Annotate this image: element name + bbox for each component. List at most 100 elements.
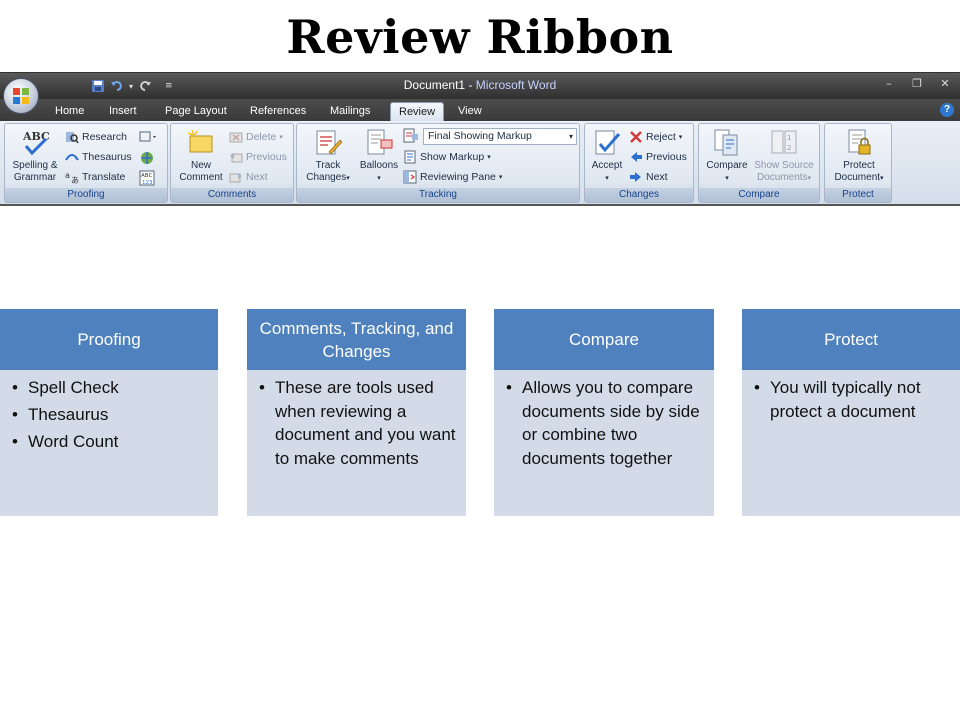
delete-label: Delete bbox=[246, 131, 277, 143]
slide-title: Review Ribbon bbox=[286, 10, 674, 64]
protect-document-icon bbox=[848, 129, 871, 155]
reject-button[interactable]: Reject ▾ bbox=[629, 128, 682, 146]
show-source-documents-button[interactable]: 12 Show Source Documents▾ bbox=[751, 128, 817, 188]
translate-button[interactable]: aあ Translate bbox=[65, 168, 125, 186]
compare-label: Compare bbox=[706, 160, 748, 171]
spelling-grammar-button[interactable]: ABC Spelling & Grammar bbox=[7, 128, 63, 188]
changes-label: Changes bbox=[306, 172, 347, 183]
list-item: These are tools used when reviewing a do… bbox=[247, 376, 466, 470]
reviewing-pane-button[interactable]: Reviewing Pane ▾ bbox=[403, 168, 502, 186]
svg-text:ABC: ABC bbox=[141, 173, 152, 179]
tab-references[interactable]: References bbox=[242, 102, 314, 121]
card-header: Compare bbox=[494, 309, 714, 370]
next-change-icon bbox=[630, 172, 641, 182]
display-for-review-icon bbox=[403, 128, 418, 143]
window-title: Document1 - Microsoft Word bbox=[0, 78, 960, 92]
thesaurus-label: Thesaurus bbox=[82, 151, 132, 163]
previous-change-button[interactable]: Previous bbox=[629, 148, 687, 166]
svg-text:2: 2 bbox=[787, 144, 791, 152]
svg-text:a: a bbox=[65, 171, 70, 180]
close-icon[interactable]: ✕ bbox=[938, 77, 952, 90]
card-bullet-list: Allows you to compare documents side by … bbox=[494, 376, 714, 474]
office-logo-icon bbox=[13, 88, 30, 105]
card-protect: Protect You will typically not protect a… bbox=[742, 309, 960, 516]
reviewing-pane-icon bbox=[403, 170, 417, 184]
translate-label: Translate bbox=[82, 171, 126, 183]
chevron-down-icon: ▾ bbox=[568, 132, 573, 141]
office-button[interactable] bbox=[3, 78, 39, 114]
tab-insert[interactable]: Insert bbox=[101, 102, 145, 121]
protect-label: Protect bbox=[843, 160, 875, 171]
reviewing-pane-label: Reviewing Pane bbox=[420, 171, 496, 183]
list-item: Thesaurus bbox=[0, 403, 218, 427]
title-bar: ▾ ≡ Document1 - Microsoft Word – ❐ ✕ bbox=[0, 73, 960, 99]
word-window: ▾ ≡ Document1 - Microsoft Word – ❐ ✕ Hom… bbox=[0, 72, 960, 206]
next-comment-button[interactable]: Next bbox=[229, 168, 268, 186]
display-for-review-select[interactable]: Final Showing Markup ▾ bbox=[423, 128, 577, 145]
previous-comment-icon bbox=[230, 153, 243, 163]
tab-page-layout[interactable]: Page Layout bbox=[157, 102, 235, 121]
tab-mailings[interactable]: Mailings bbox=[322, 102, 378, 121]
svg-text:123: 123 bbox=[142, 180, 153, 186]
set-language-icon[interactable] bbox=[139, 130, 159, 144]
previous-change-icon bbox=[631, 152, 642, 162]
tracking-group: Track Changes▾ Balloons ▾ Final Showing M… bbox=[296, 123, 580, 203]
new-comment-button[interactable]: New Comment bbox=[173, 128, 229, 188]
compare-button[interactable]: Compare ▾ bbox=[701, 128, 753, 188]
list-item: Spell Check bbox=[0, 376, 218, 400]
list-item: Allows you to compare documents side by … bbox=[494, 376, 714, 470]
review-ribbon: ABC Spelling & Grammar Research Thesauru… bbox=[0, 121, 960, 204]
card-bullet-list: These are tools used when reviewing a do… bbox=[247, 376, 466, 474]
list-item: Word Count bbox=[0, 430, 218, 454]
balloons-label: Balloons bbox=[359, 160, 399, 171]
protect-group: Protect Document▾ Protect bbox=[824, 123, 892, 203]
ribbon-tabs: Home Insert Page Layout References Maili… bbox=[0, 99, 960, 121]
minimize-icon[interactable]: – bbox=[882, 77, 896, 90]
show-markup-icon bbox=[404, 150, 416, 164]
spelling-check-icon: ABC bbox=[22, 130, 50, 156]
research-icon bbox=[66, 132, 79, 144]
previous-change-label: Previous bbox=[646, 151, 687, 163]
translation-tooltip-icon[interactable] bbox=[139, 150, 155, 166]
protect-document-button[interactable]: Protect Document▾ bbox=[829, 128, 889, 188]
svg-text:あ: あ bbox=[71, 176, 79, 184]
document-label: Document bbox=[834, 172, 881, 183]
delete-comment-icon bbox=[229, 132, 243, 143]
track-changes-button[interactable]: Track Changes▾ bbox=[299, 128, 357, 188]
word-count-icon[interactable]: ABC123 bbox=[139, 170, 155, 186]
next-comment-icon bbox=[229, 173, 242, 183]
card-header: Comments, Tracking, and Changes bbox=[247, 309, 466, 370]
thesaurus-icon bbox=[65, 154, 79, 161]
title-separator: - bbox=[465, 78, 476, 92]
accept-icon bbox=[595, 130, 621, 155]
track-changes-icon bbox=[316, 130, 343, 155]
card-header: Proofing bbox=[0, 309, 218, 370]
changes-group-label: Changes bbox=[585, 188, 693, 202]
research-label: Research bbox=[82, 131, 127, 143]
tab-view[interactable]: View bbox=[450, 102, 490, 121]
research-button[interactable]: Research bbox=[65, 128, 127, 146]
balloons-button[interactable]: Balloons ▾ bbox=[353, 128, 405, 188]
next-change-label: Next bbox=[646, 171, 668, 183]
tab-home[interactable]: Home bbox=[47, 102, 92, 121]
translate-icon: aあ bbox=[65, 171, 79, 184]
tracking-group-label: Tracking bbox=[297, 188, 579, 202]
card-compare: Compare Allows you to compare documents … bbox=[494, 309, 714, 516]
accept-label: Accept bbox=[591, 160, 623, 171]
new-comment-icon bbox=[187, 129, 213, 153]
list-item: You will typically not protect a documen… bbox=[742, 376, 960, 423]
restore-icon[interactable]: ❐ bbox=[910, 77, 924, 90]
previous-comment-button[interactable]: Previous bbox=[229, 148, 287, 166]
show-source-label: Show Source bbox=[754, 160, 814, 171]
next-label: Next bbox=[246, 171, 268, 183]
svg-text:1: 1 bbox=[787, 134, 791, 142]
accept-button[interactable]: Accept ▾ bbox=[587, 128, 627, 188]
help-icon[interactable]: ? bbox=[940, 103, 954, 117]
thesaurus-button[interactable]: Thesaurus bbox=[65, 148, 132, 166]
show-markup-button[interactable]: Show Markup ▾ bbox=[403, 148, 491, 166]
proofing-group-label: Proofing bbox=[5, 188, 167, 202]
tab-review[interactable]: Review bbox=[390, 102, 445, 121]
next-change-button[interactable]: Next bbox=[629, 168, 668, 186]
compare-group-label: Compare bbox=[699, 188, 819, 202]
delete-comment-button[interactable]: Delete ▾ bbox=[229, 128, 283, 146]
